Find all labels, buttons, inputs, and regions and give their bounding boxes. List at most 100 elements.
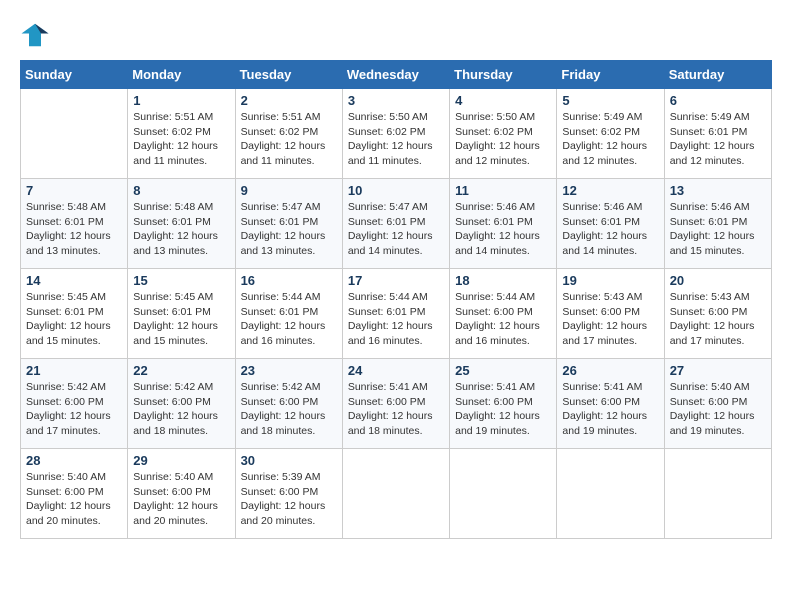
day-number: 8 bbox=[133, 183, 229, 198]
day-info: Sunrise: 5:41 AM Sunset: 6:00 PM Dayligh… bbox=[348, 380, 444, 439]
day-info: Sunrise: 5:44 AM Sunset: 6:01 PM Dayligh… bbox=[348, 290, 444, 349]
calendar-cell: 12Sunrise: 5:46 AM Sunset: 6:01 PM Dayli… bbox=[557, 179, 664, 269]
day-number: 4 bbox=[455, 93, 551, 108]
day-info: Sunrise: 5:40 AM Sunset: 6:00 PM Dayligh… bbox=[26, 470, 122, 529]
day-info: Sunrise: 5:48 AM Sunset: 6:01 PM Dayligh… bbox=[26, 200, 122, 259]
calendar-week-row: 1 Sunrise: 5:51 AM Sunset: 6:02 PM Daylig… bbox=[21, 89, 772, 179]
calendar-cell bbox=[21, 89, 128, 179]
calendar-cell: 17 Sunrise: 5:44 AM Sunset: 6:01 PM Dayli… bbox=[342, 269, 449, 359]
col-header-sunday: Sunday bbox=[21, 61, 128, 89]
day-number: 27 bbox=[670, 363, 766, 378]
day-info: Sunrise: 5:44 AM Sunset: 6:01 PM Dayligh… bbox=[241, 290, 337, 349]
day-number: 25 bbox=[455, 363, 551, 378]
day-number: 11 bbox=[455, 183, 551, 198]
day-number: 22 bbox=[133, 363, 229, 378]
calendar-cell: 7 Sunrise: 5:48 AM Sunset: 6:01 PM Daylig… bbox=[21, 179, 128, 269]
day-info: Sunrise: 5:48 AM Sunset: 6:01 PM Dayligh… bbox=[133, 200, 229, 259]
calendar-week-row: 21 Sunrise: 5:42 AM Sunset: 6:00 PM Dayli… bbox=[21, 359, 772, 449]
day-info: Sunrise: 5:42 AM Sunset: 6:00 PM Dayligh… bbox=[133, 380, 229, 439]
calendar-cell: 29 Sunrise: 5:40 AM Sunset: 6:00 PM Dayli… bbox=[128, 449, 235, 539]
day-number: 26 bbox=[562, 363, 658, 378]
calendar-header-row: SundayMondayTuesdayWednesdayThursdayFrid… bbox=[21, 61, 772, 89]
day-number: 21 bbox=[26, 363, 122, 378]
calendar-cell bbox=[664, 449, 771, 539]
day-info: Sunrise: 5:51 AM Sunset: 6:02 PM Dayligh… bbox=[133, 110, 229, 169]
day-info: Sunrise: 5:40 AM Sunset: 6:00 PM Dayligh… bbox=[670, 380, 766, 439]
day-number: 19 bbox=[562, 273, 658, 288]
calendar-cell: 16Sunrise: 5:44 AM Sunset: 6:01 PM Dayli… bbox=[235, 269, 342, 359]
calendar-week-row: 7 Sunrise: 5:48 AM Sunset: 6:01 PM Daylig… bbox=[21, 179, 772, 269]
calendar-cell: 15 Sunrise: 5:45 AM Sunset: 6:01 PM Dayli… bbox=[128, 269, 235, 359]
day-info: Sunrise: 5:42 AM Sunset: 6:00 PM Dayligh… bbox=[241, 380, 337, 439]
day-number: 10 bbox=[348, 183, 444, 198]
page-header bbox=[20, 20, 772, 50]
day-info: Sunrise: 5:43 AM Sunset: 6:00 PM Dayligh… bbox=[562, 290, 658, 349]
calendar-cell: 1 Sunrise: 5:51 AM Sunset: 6:02 PM Daylig… bbox=[128, 89, 235, 179]
calendar-cell: 13Sunrise: 5:46 AM Sunset: 6:01 PM Dayli… bbox=[664, 179, 771, 269]
day-number: 24 bbox=[348, 363, 444, 378]
day-info: Sunrise: 5:49 AM Sunset: 6:02 PM Dayligh… bbox=[562, 110, 658, 169]
col-header-tuesday: Tuesday bbox=[235, 61, 342, 89]
day-info: Sunrise: 5:45 AM Sunset: 6:01 PM Dayligh… bbox=[26, 290, 122, 349]
calendar-cell: 11Sunrise: 5:46 AM Sunset: 6:01 PM Dayli… bbox=[450, 179, 557, 269]
day-number: 1 bbox=[133, 93, 229, 108]
day-info: Sunrise: 5:47 AM Sunset: 6:01 PM Dayligh… bbox=[348, 200, 444, 259]
day-number: 29 bbox=[133, 453, 229, 468]
day-number: 18 bbox=[455, 273, 551, 288]
day-info: Sunrise: 5:45 AM Sunset: 6:01 PM Dayligh… bbox=[133, 290, 229, 349]
day-number: 30 bbox=[241, 453, 337, 468]
calendar-cell bbox=[450, 449, 557, 539]
calendar-cell: 25Sunrise: 5:41 AM Sunset: 6:00 PM Dayli… bbox=[450, 359, 557, 449]
day-number: 3 bbox=[348, 93, 444, 108]
logo bbox=[20, 20, 54, 50]
calendar-cell: 24 Sunrise: 5:41 AM Sunset: 6:00 PM Dayli… bbox=[342, 359, 449, 449]
day-number: 5 bbox=[562, 93, 658, 108]
day-info: Sunrise: 5:41 AM Sunset: 6:00 PM Dayligh… bbox=[562, 380, 658, 439]
day-info: Sunrise: 5:47 AM Sunset: 6:01 PM Dayligh… bbox=[241, 200, 337, 259]
calendar-table: SundayMondayTuesdayWednesdayThursdayFrid… bbox=[20, 60, 772, 539]
calendar-cell: 4 Sunrise: 5:50 AM Sunset: 6:02 PM Daylig… bbox=[450, 89, 557, 179]
day-number: 12 bbox=[562, 183, 658, 198]
logo-bird-icon bbox=[20, 20, 50, 50]
calendar-cell: 26 Sunrise: 5:41 AM Sunset: 6:00 PM Dayli… bbox=[557, 359, 664, 449]
day-number: 23 bbox=[241, 363, 337, 378]
day-number: 14 bbox=[26, 273, 122, 288]
calendar-cell: 9 Sunrise: 5:47 AM Sunset: 6:01 PM Daylig… bbox=[235, 179, 342, 269]
col-header-saturday: Saturday bbox=[664, 61, 771, 89]
day-info: Sunrise: 5:44 AM Sunset: 6:00 PM Dayligh… bbox=[455, 290, 551, 349]
calendar-cell: 8 Sunrise: 5:48 AM Sunset: 6:01 PM Daylig… bbox=[128, 179, 235, 269]
calendar-week-row: 14 Sunrise: 5:45 AM Sunset: 6:01 PM Dayli… bbox=[21, 269, 772, 359]
calendar-cell: 22 Sunrise: 5:42 AM Sunset: 6:00 PM Dayli… bbox=[128, 359, 235, 449]
calendar-cell bbox=[557, 449, 664, 539]
col-header-wednesday: Wednesday bbox=[342, 61, 449, 89]
calendar-cell: 27 Sunrise: 5:40 AM Sunset: 6:00 PM Dayli… bbox=[664, 359, 771, 449]
day-number: 15 bbox=[133, 273, 229, 288]
calendar-cell: 18 Sunrise: 5:44 AM Sunset: 6:00 PM Dayli… bbox=[450, 269, 557, 359]
day-number: 20 bbox=[670, 273, 766, 288]
day-info: Sunrise: 5:49 AM Sunset: 6:01 PM Dayligh… bbox=[670, 110, 766, 169]
day-number: 17 bbox=[348, 273, 444, 288]
calendar-week-row: 28Sunrise: 5:40 AM Sunset: 6:00 PM Dayli… bbox=[21, 449, 772, 539]
day-info: Sunrise: 5:39 AM Sunset: 6:00 PM Dayligh… bbox=[241, 470, 337, 529]
calendar-cell bbox=[342, 449, 449, 539]
calendar-cell: 28Sunrise: 5:40 AM Sunset: 6:00 PM Dayli… bbox=[21, 449, 128, 539]
day-info: Sunrise: 5:50 AM Sunset: 6:02 PM Dayligh… bbox=[455, 110, 551, 169]
calendar-cell: 2Sunrise: 5:51 AM Sunset: 6:02 PM Daylig… bbox=[235, 89, 342, 179]
day-info: Sunrise: 5:50 AM Sunset: 6:02 PM Dayligh… bbox=[348, 110, 444, 169]
day-number: 6 bbox=[670, 93, 766, 108]
calendar-cell: 6 Sunrise: 5:49 AM Sunset: 6:01 PM Daylig… bbox=[664, 89, 771, 179]
calendar-cell: 5 Sunrise: 5:49 AM Sunset: 6:02 PM Daylig… bbox=[557, 89, 664, 179]
calendar-cell: 23 Sunrise: 5:42 AM Sunset: 6:00 PM Dayli… bbox=[235, 359, 342, 449]
calendar-cell: 10 Sunrise: 5:47 AM Sunset: 6:01 PM Dayli… bbox=[342, 179, 449, 269]
day-number: 7 bbox=[26, 183, 122, 198]
day-info: Sunrise: 5:43 AM Sunset: 6:00 PM Dayligh… bbox=[670, 290, 766, 349]
col-header-thursday: Thursday bbox=[450, 61, 557, 89]
day-info: Sunrise: 5:46 AM Sunset: 6:01 PM Dayligh… bbox=[670, 200, 766, 259]
day-info: Sunrise: 5:42 AM Sunset: 6:00 PM Dayligh… bbox=[26, 380, 122, 439]
calendar-cell: 19 Sunrise: 5:43 AM Sunset: 6:00 PM Dayli… bbox=[557, 269, 664, 359]
day-info: Sunrise: 5:40 AM Sunset: 6:00 PM Dayligh… bbox=[133, 470, 229, 529]
calendar-cell: 21 Sunrise: 5:42 AM Sunset: 6:00 PM Dayli… bbox=[21, 359, 128, 449]
calendar-cell: 20 Sunrise: 5:43 AM Sunset: 6:00 PM Dayli… bbox=[664, 269, 771, 359]
day-info: Sunrise: 5:51 AM Sunset: 6:02 PM Dayligh… bbox=[241, 110, 337, 169]
day-number: 9 bbox=[241, 183, 337, 198]
